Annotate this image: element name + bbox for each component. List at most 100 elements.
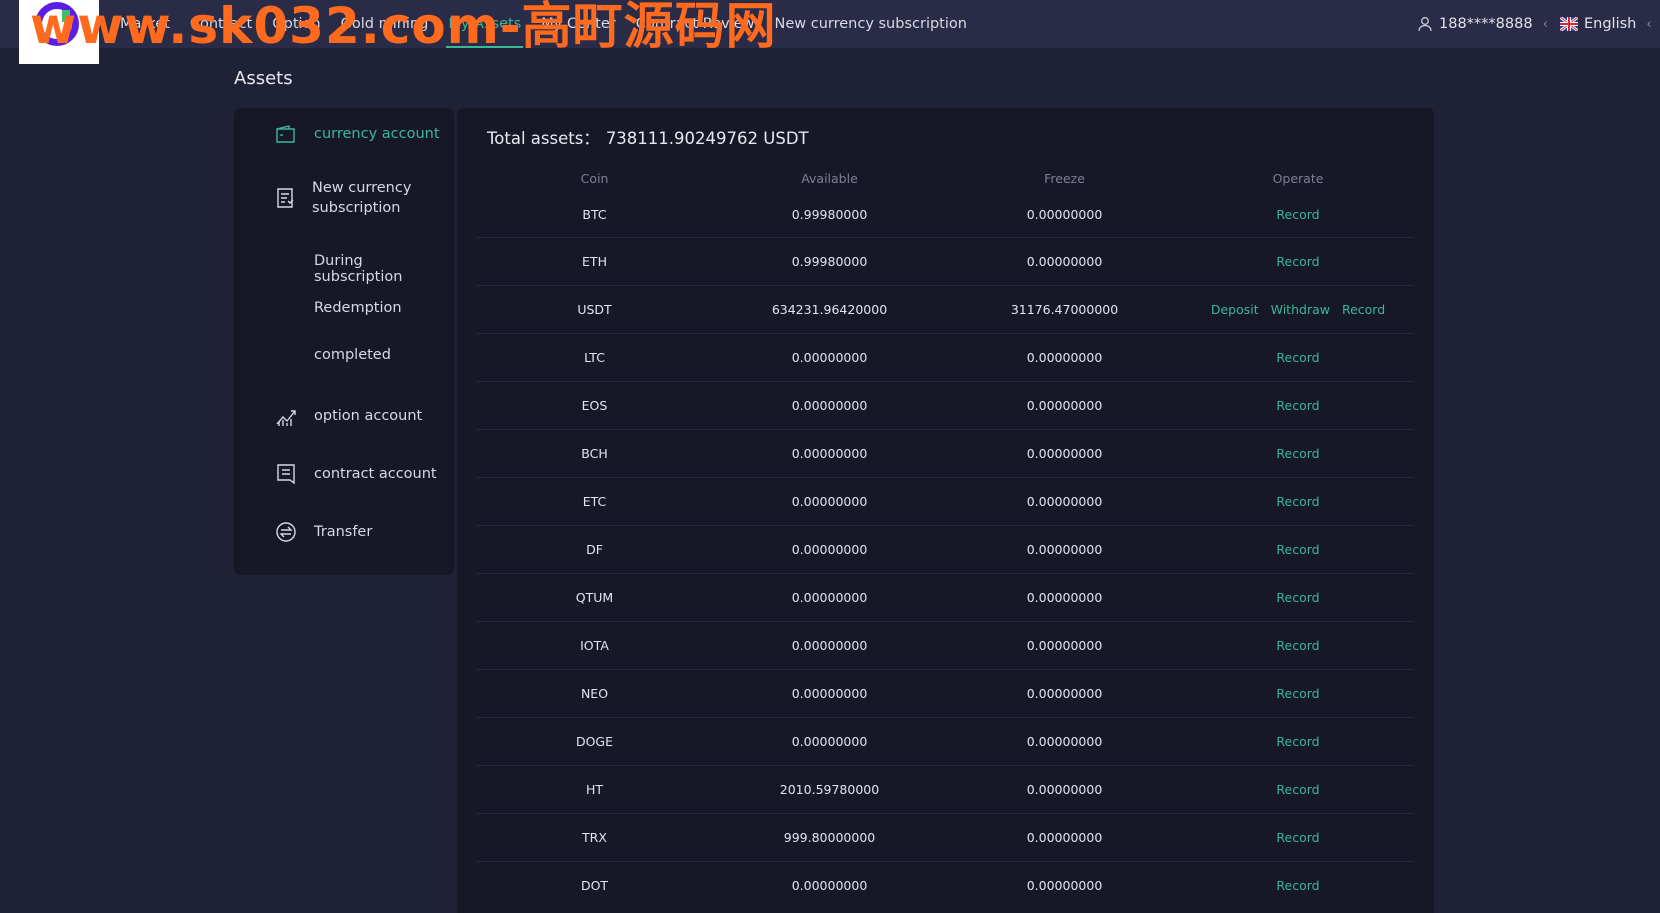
table-header-row: Coin Available Freeze Operate [477,163,1414,193]
freeze-cell: 0.00000000 [947,381,1182,430]
table-row: BCH 0.00000000 0.00000000 Record [477,429,1414,478]
column-header-operate: Operate [1272,170,1324,186]
freeze-cell: 0.00000000 [947,717,1182,766]
table-row: NEO 0.00000000 0.00000000 Record [477,669,1414,718]
record-link[interactable]: Record [1276,254,1319,269]
freeze-cell: 0.00000000 [947,813,1182,862]
sidebar-item-currency-account[interactable]: currency account [234,122,454,146]
nav-item-my-assets[interactable]: My Assets [446,0,524,48]
operate-cell: Record [1182,193,1414,238]
available-cell: 0.00000000 [712,429,947,478]
deposit-link[interactable]: Deposit [1211,302,1259,317]
assets-sidebar: currency account New currency subscripti… [234,108,454,575]
transfer-icon [276,522,296,542]
coin-cell: BCH [477,429,712,478]
available-cell: 0.99980000 [712,237,947,286]
table-row: IOTA 0.00000000 0.00000000 Record [477,621,1414,670]
top-navigation-bar: Market Contract Option Gold mining My Assets… [0,0,1660,64]
available-cell: 0.00000000 [712,573,947,622]
nav-item-my-center[interactable]: My Center [541,0,616,48]
record-link[interactable]: Record [1276,830,1319,845]
total-assets-value: 738111.90249762 USDT [605,129,809,148]
sidebar-item-option-account[interactable]: option account [234,404,454,428]
assets-table: Coin Available Freeze Operate BTC 0.99980… [477,163,1414,909]
available-cell: 0.00000000 [712,477,947,526]
available-cell: 0.00000000 [712,669,947,718]
table-row: QTUM 0.00000000 0.00000000 Record [477,573,1414,622]
sidebar-item-label: option account [314,408,423,424]
sidebar-item-label: contract account [314,466,437,482]
nav-item-contract[interactable]: Contract [190,0,252,48]
operate-cell: Deposit Withdraw Record [1182,285,1414,334]
logo-ring-icon [35,2,79,46]
record-link[interactable]: Record [1276,350,1319,365]
nav-item-market[interactable]: Market [120,0,170,48]
operate-cell: Record [1182,237,1414,286]
freeze-cell: 0.00000000 [947,333,1182,382]
nav-item-new-currency-subscription[interactable]: New currency subscription [774,0,966,48]
language-menu[interactable]: English ‹ [1560,0,1652,48]
coin-cell: DOGE [477,717,712,766]
nav-item-gold-mining[interactable]: Gold mining [341,0,429,48]
available-cell: 0.99980000 [712,193,947,238]
sidebar-item-label: New currency subscription [312,178,411,218]
record-link[interactable]: Record [1276,734,1319,749]
coin-cell: NEO [477,669,712,718]
nav-item-contract-review[interactable]: Contract Review [636,0,755,48]
freeze-cell: 0.00000000 [947,621,1182,670]
page-title: Assets [234,68,293,89]
sidebar-item-transfer[interactable]: Transfer [234,520,454,544]
record-link[interactable]: Record [1276,686,1319,701]
record-link[interactable]: Record [1276,398,1319,413]
wallet-icon [276,125,295,143]
sidebar-item-contract-account[interactable]: contract account [234,462,454,486]
sidebar-item-label: Transfer [314,524,373,540]
record-link[interactable]: Record [1276,542,1319,557]
table-row: DOT 0.00000000 0.00000000 Record [477,861,1414,909]
table-row: DOGE 0.00000000 0.00000000 Record [477,717,1414,766]
user-icon [1418,17,1432,32]
record-link[interactable]: Record [1276,782,1319,797]
sidebar-subitem-redemption[interactable]: Redemption [314,300,402,316]
operate-cell: Record [1182,525,1414,574]
record-link[interactable]: Record [1276,638,1319,653]
available-cell: 0.00000000 [712,717,947,766]
user-menu[interactable]: 188****8888 ‹ [1417,0,1548,48]
coin-cell: BTC [477,193,712,238]
operate-cell: Record [1182,573,1414,622]
total-assets: Total assets： 738111.90249762 USDT [487,125,809,149]
chevron-left-icon: ‹ [1646,16,1652,32]
main-nav: Market Contract Option Gold mining My Assets… [120,0,987,48]
operate-cell: Record [1182,621,1414,670]
sidebar-item-new-currency-subscription[interactable]: New currency subscription [234,178,454,218]
record-link[interactable]: Record [1342,302,1385,317]
available-cell: 634231.96420000 [712,285,947,334]
logo[interactable] [19,0,99,64]
sidebar-item-label-line2: subscription [312,200,401,216]
user-account: 188****8888 [1439,16,1533,32]
table-row: DF 0.00000000 0.00000000 Record [477,525,1414,574]
record-link[interactable]: Record [1276,446,1319,461]
withdraw-link[interactable]: Withdraw [1271,302,1330,317]
sidebar-subitem-during-subscription[interactable]: During subscription [314,253,454,285]
available-cell: 0.00000000 [791,877,868,893]
coin-cell: LTC [477,333,712,382]
nav-item-option[interactable]: Option [272,0,320,48]
record-link[interactable]: Record [1276,207,1319,222]
table-row: LTC 0.00000000 0.00000000 Record [477,333,1414,382]
column-header-available: Available [801,170,858,186]
record-link[interactable]: Record [1276,494,1319,509]
freeze-cell: 0.00000000 [947,573,1182,622]
record-link[interactable]: Record [1276,590,1319,605]
freeze-cell: 0.00000000 [947,669,1182,718]
available-cell: 0.00000000 [712,525,947,574]
record-link[interactable]: Record [1276,878,1319,893]
coin-cell: QTUM [477,573,712,622]
operate-cell: Record [1182,765,1414,814]
freeze-cell: 31176.47000000 [947,285,1182,334]
sidebar-item-label: currency account [314,126,440,142]
column-header-coin: Coin [580,170,609,186]
sidebar-subitem-completed[interactable]: completed [314,347,391,363]
coin-cell: TRX [477,813,712,862]
coin-cell: IOTA [477,621,712,670]
